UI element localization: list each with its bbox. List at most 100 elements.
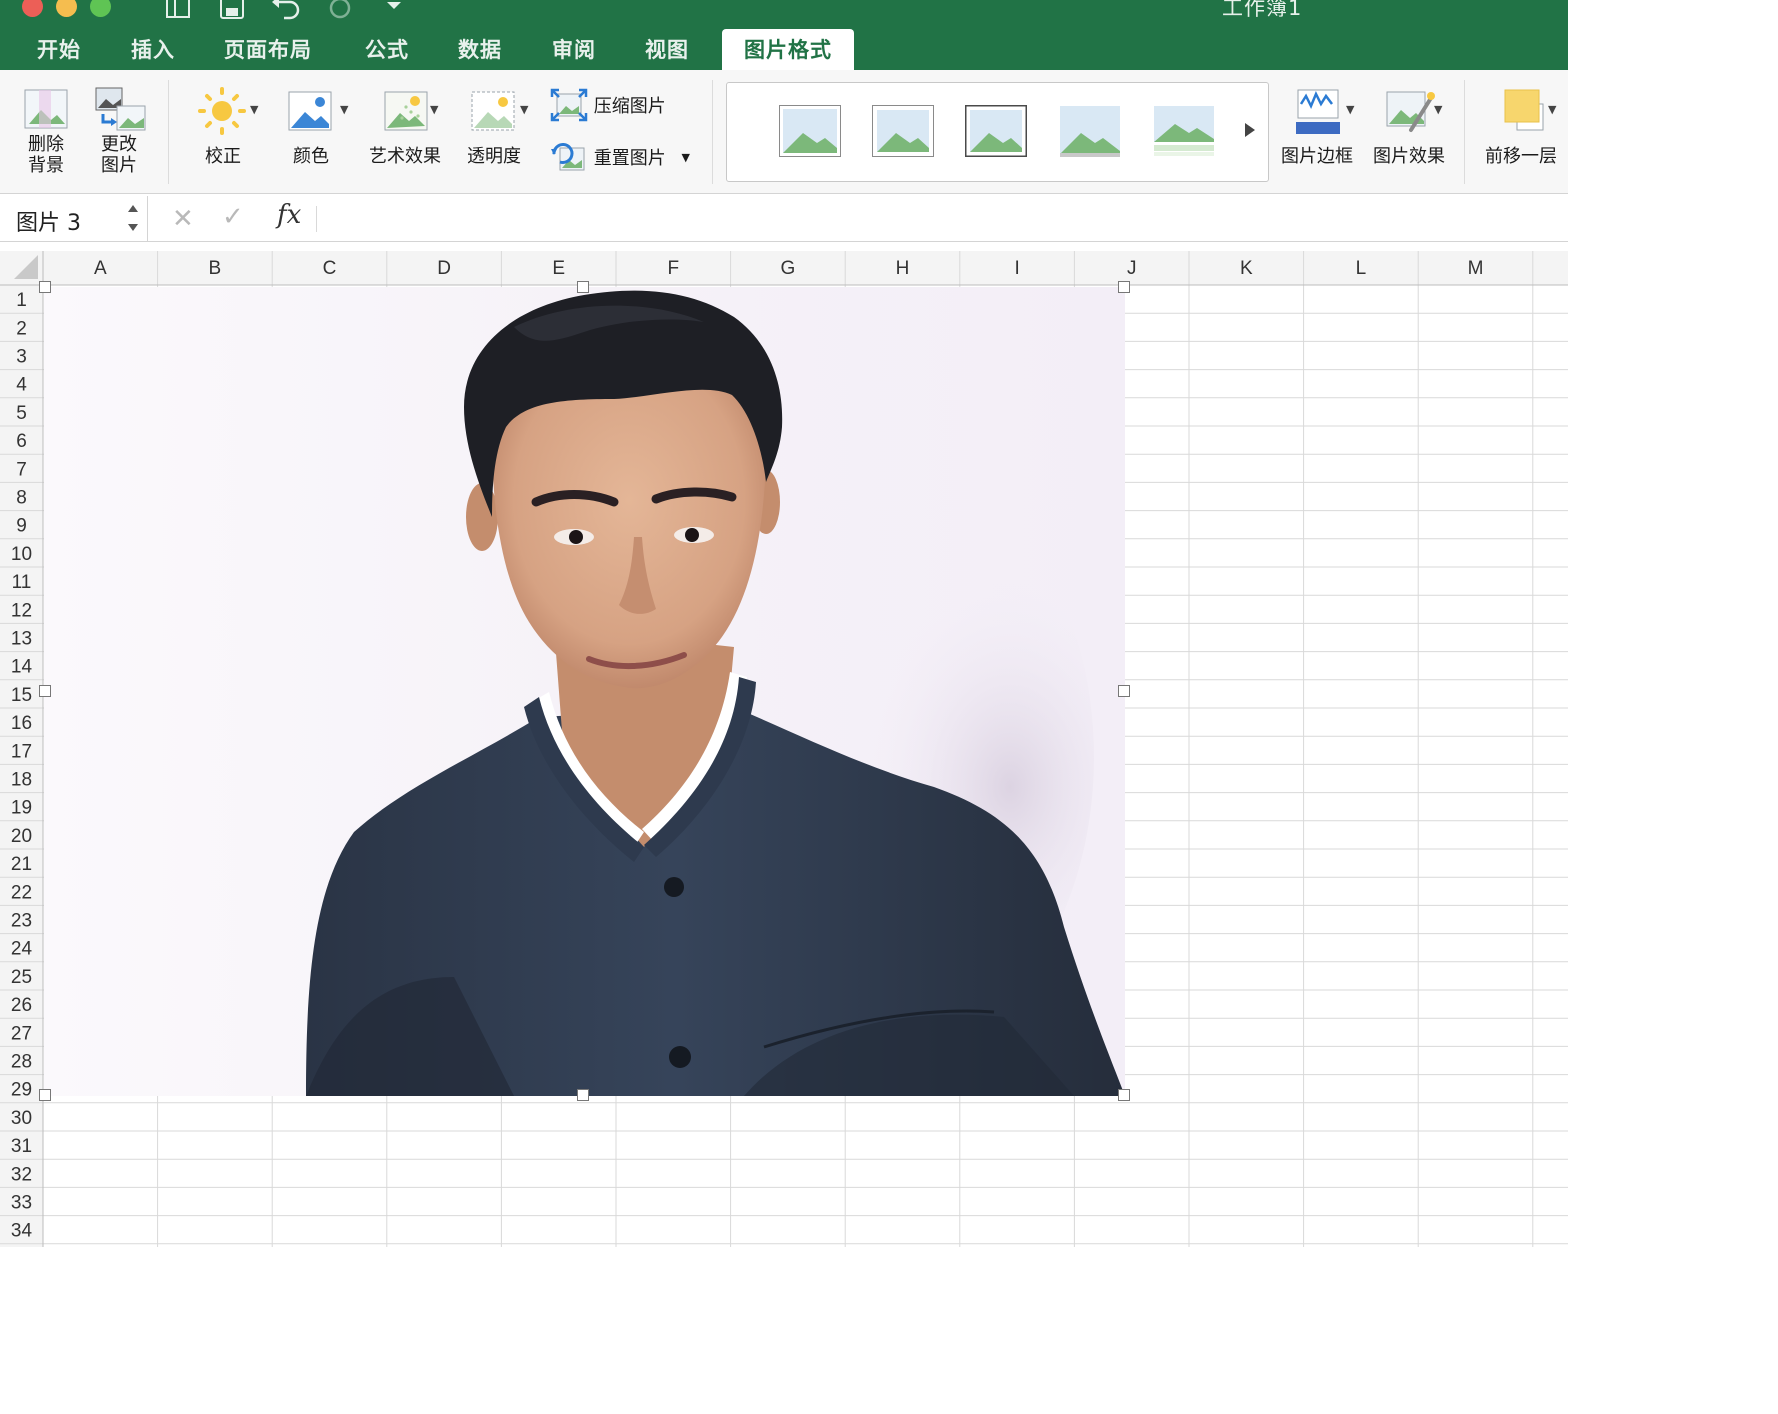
row-header-32[interactable]: 32 [11, 1164, 32, 1185]
row-header-3[interactable]: 3 [16, 347, 27, 368]
row-header-26[interactable]: 26 [11, 995, 32, 1016]
redo-button[interactable] [322, 0, 358, 21]
resize-handle-top-left[interactable] [39, 281, 51, 293]
gallery-next-arrow[interactable] [1245, 123, 1255, 137]
change-picture-button[interactable]: 更改 图片 [90, 84, 148, 176]
resize-handle-bottom-right[interactable] [1118, 1089, 1130, 1101]
row-header-21[interactable]: 21 [11, 854, 32, 875]
worksheet[interactable]: A B C D E F G H I J K L M 1 2 3 4 5 6 7 8 9 10 11 12 13 14 15 16 17 18… [0, 251, 1568, 1247]
tab-page-layout[interactable]: 页面布局 [224, 32, 312, 70]
row-header-6[interactable]: 6 [16, 431, 27, 452]
row-header-20[interactable]: 20 [11, 826, 32, 847]
column-header-d[interactable]: D [437, 258, 451, 279]
picture-style-shadow-frame[interactable] [872, 105, 934, 157]
row-header-8[interactable]: 8 [16, 488, 27, 509]
picture-effects-dropdown-icon[interactable]: ▼ [1434, 103, 1442, 116]
enter-icon[interactable]: ✓ [222, 202, 244, 232]
row-header-12[interactable]: 12 [11, 600, 32, 621]
column-header-a[interactable]: A [94, 258, 107, 279]
picture-style-simple-frame[interactable] [779, 105, 841, 157]
row-header-34[interactable]: 34 [11, 1221, 33, 1242]
column-header-l[interactable]: L [1356, 258, 1367, 279]
compress-pictures-button[interactable]: 压缩图片 [550, 88, 680, 122]
tab-formulas[interactable]: 公式 [365, 32, 409, 70]
column-header-f[interactable]: F [667, 258, 679, 279]
column-header-g[interactable]: G [781, 258, 796, 279]
row-header-13[interactable]: 13 [11, 629, 32, 650]
corrections-button[interactable]: 校正 [190, 84, 256, 167]
column-header-i[interactable]: I [1014, 258, 1019, 279]
name-box-stepper-icon[interactable] [126, 202, 140, 236]
column-header-m[interactable]: M [1468, 258, 1484, 279]
row-header-28[interactable]: 28 [11, 1052, 32, 1073]
color-dropdown-icon[interactable]: ▼ [340, 103, 348, 116]
sidebar-toggle-button[interactable] [160, 0, 196, 21]
picture-style-soft-edge[interactable] [1059, 105, 1121, 157]
reset-picture-dropdown-icon[interactable]: ▼ [681, 151, 689, 164]
tab-data[interactable]: 数据 [458, 32, 502, 70]
color-button[interactable]: 颜色 [280, 84, 342, 167]
picture-effects-button[interactable]: 图片效果 [1368, 84, 1450, 167]
column-header-h[interactable]: H [896, 258, 910, 279]
artistic-effects-button[interactable]: 艺术效果 [364, 84, 446, 167]
resize-handle-right[interactable] [1118, 685, 1130, 697]
resize-handle-bottom-left[interactable] [39, 1089, 51, 1101]
bring-forward-dropdown-icon[interactable]: ▼ [1548, 103, 1556, 116]
tab-insert[interactable]: 插入 [131, 32, 175, 70]
picture-style-reflection[interactable] [1153, 105, 1215, 157]
row-header-17[interactable]: 17 [11, 741, 32, 762]
row-header-10[interactable]: 10 [11, 544, 32, 565]
undo-button[interactable] [268, 0, 304, 21]
row-header-2[interactable]: 2 [16, 318, 27, 339]
resize-handle-top-right[interactable] [1118, 281, 1130, 293]
close-window-button[interactable] [22, 0, 43, 17]
row-header-9[interactable]: 9 [16, 516, 27, 537]
row-header-22[interactable]: 22 [11, 882, 32, 903]
row-header-27[interactable]: 27 [11, 1023, 32, 1044]
column-header-b[interactable]: B [209, 258, 222, 279]
reset-picture-button[interactable]: 重置图片 ▼ [550, 140, 700, 174]
row-header-5[interactable]: 5 [16, 403, 27, 424]
customize-toolbar-button[interactable] [376, 0, 412, 21]
row-header-31[interactable]: 31 [11, 1136, 32, 1157]
column-header-j[interactable]: J [1127, 258, 1137, 279]
corrections-dropdown-icon[interactable]: ▼ [250, 103, 258, 116]
formula-input[interactable] [326, 203, 1556, 235]
row-header-15[interactable]: 15 [11, 685, 32, 706]
artistic-effects-dropdown-icon[interactable]: ▼ [430, 103, 438, 116]
bring-forward-button[interactable]: 前移一层 [1478, 84, 1564, 167]
transparency-dropdown-icon[interactable]: ▼ [520, 103, 528, 116]
row-header-4[interactable]: 4 [16, 375, 27, 396]
insert-function-icon[interactable]: fx [277, 200, 301, 230]
zoom-window-button[interactable] [90, 0, 111, 17]
column-header-e[interactable]: E [552, 258, 565, 279]
picture-style-thick-frame[interactable] [965, 105, 1027, 157]
minimize-window-button[interactable] [56, 0, 77, 17]
row-header-16[interactable]: 16 [11, 713, 32, 734]
selected-picture[interactable] [44, 287, 1125, 1096]
row-header-24[interactable]: 24 [11, 939, 33, 960]
column-header-k[interactable]: K [1240, 258, 1253, 279]
row-header-29[interactable]: 29 [11, 1080, 32, 1101]
picture-border-dropdown-icon[interactable]: ▼ [1346, 103, 1354, 116]
row-header-33[interactable]: 33 [11, 1193, 32, 1214]
row-header-19[interactable]: 19 [11, 798, 32, 819]
row-header-30[interactable]: 30 [11, 1108, 32, 1129]
resize-handle-top[interactable] [577, 281, 589, 293]
remove-background-button[interactable]: 删除 背景 [18, 84, 74, 176]
row-header-11[interactable]: 11 [12, 572, 32, 593]
row-header-1[interactable]: 1 [16, 290, 27, 311]
tab-view[interactable]: 视图 [645, 32, 689, 70]
row-header-25[interactable]: 25 [11, 967, 32, 988]
name-box[interactable]: 图片 3 [0, 196, 148, 242]
cancel-icon[interactable]: ✕ [172, 204, 194, 234]
tab-review[interactable]: 审阅 [552, 32, 596, 70]
tab-home[interactable]: 开始 [37, 32, 81, 70]
resize-handle-left[interactable] [39, 685, 51, 697]
row-header-7[interactable]: 7 [16, 459, 27, 480]
picture-styles-gallery[interactable] [726, 82, 1269, 182]
row-header-14[interactable]: 14 [11, 657, 33, 678]
column-header-c[interactable]: C [323, 258, 337, 279]
save-button[interactable] [214, 0, 250, 21]
resize-handle-bottom[interactable] [577, 1089, 589, 1101]
